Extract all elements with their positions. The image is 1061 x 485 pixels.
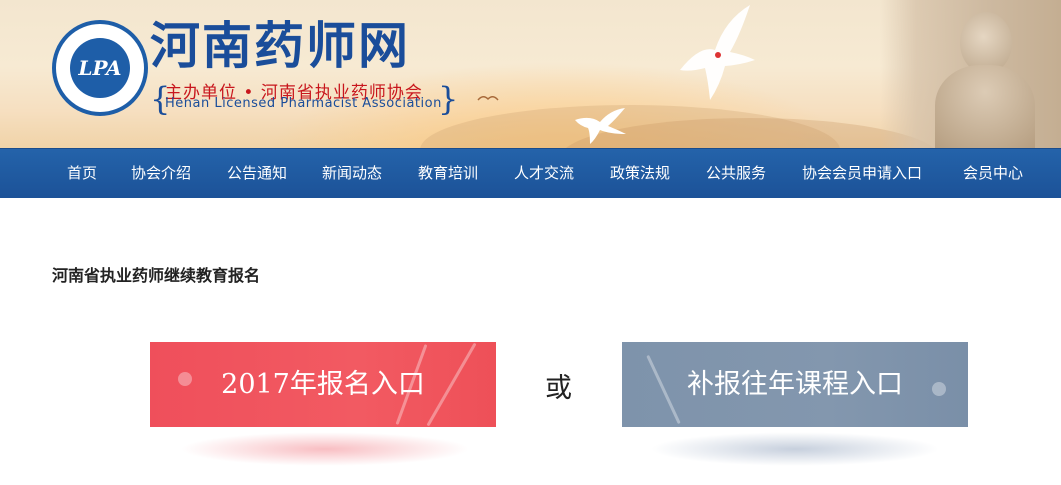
or-separator: 或 bbox=[545, 373, 572, 404]
nav-item-about[interactable]: 协会介绍 bbox=[131, 149, 191, 198]
registration-2017-button[interactable]: 2017年报名入口 bbox=[150, 342, 496, 427]
right-brace-ornament: } bbox=[438, 80, 459, 118]
nav-item-public-service[interactable]: 公共服务 bbox=[706, 149, 766, 198]
page-heading: 河南省执业药师继续教育报名 bbox=[52, 266, 261, 285]
nav-item-talent[interactable]: 人才交流 bbox=[514, 149, 574, 198]
dove-icon bbox=[680, 5, 755, 100]
nav-item-home[interactable]: 首页 bbox=[67, 149, 97, 198]
nav-item-member-center[interactable]: 会员中心 bbox=[963, 149, 1023, 198]
lpa-logo[interactable]: LPA bbox=[52, 20, 148, 116]
button-shadow bbox=[650, 432, 940, 466]
lpa-logo-emblem: LPA bbox=[70, 38, 130, 98]
nav-item-policy[interactable]: 政策法规 bbox=[610, 149, 670, 198]
nav-item-announcements[interactable]: 公告通知 bbox=[227, 149, 287, 198]
organizer-text-en: Henan Licensed Pharmacist Association bbox=[165, 96, 442, 111]
dove-icon bbox=[575, 108, 626, 144]
nav-item-news[interactable]: 新闻动态 bbox=[322, 149, 382, 198]
makeup-course-button[interactable]: 补报往年课程入口 bbox=[622, 342, 968, 427]
bird-icon bbox=[477, 96, 499, 101]
makeup-course-label: 补报往年课程入口 bbox=[687, 369, 903, 400]
main-nav: 首页 协会介绍 公告通知 新闻动态 教育培训 人才交流 政策法规 公共服务 协会… bbox=[0, 148, 1061, 198]
header-banner: LPA 河南药师网 { 主办单位 • 河南省执业药师协会 Henan Licen… bbox=[0, 0, 1061, 148]
nav-item-education[interactable]: 教育培训 bbox=[418, 149, 478, 198]
site-title[interactable]: 河南药师网 bbox=[150, 18, 410, 74]
buddha-body-image bbox=[935, 65, 1035, 148]
registration-2017-label: 2017年报名入口 bbox=[221, 369, 425, 400]
nav-item-member-application[interactable]: 协会会员申请入口 bbox=[802, 149, 922, 198]
lpa-logo-text: LPA bbox=[78, 56, 122, 80]
button-shadow bbox=[180, 432, 470, 466]
